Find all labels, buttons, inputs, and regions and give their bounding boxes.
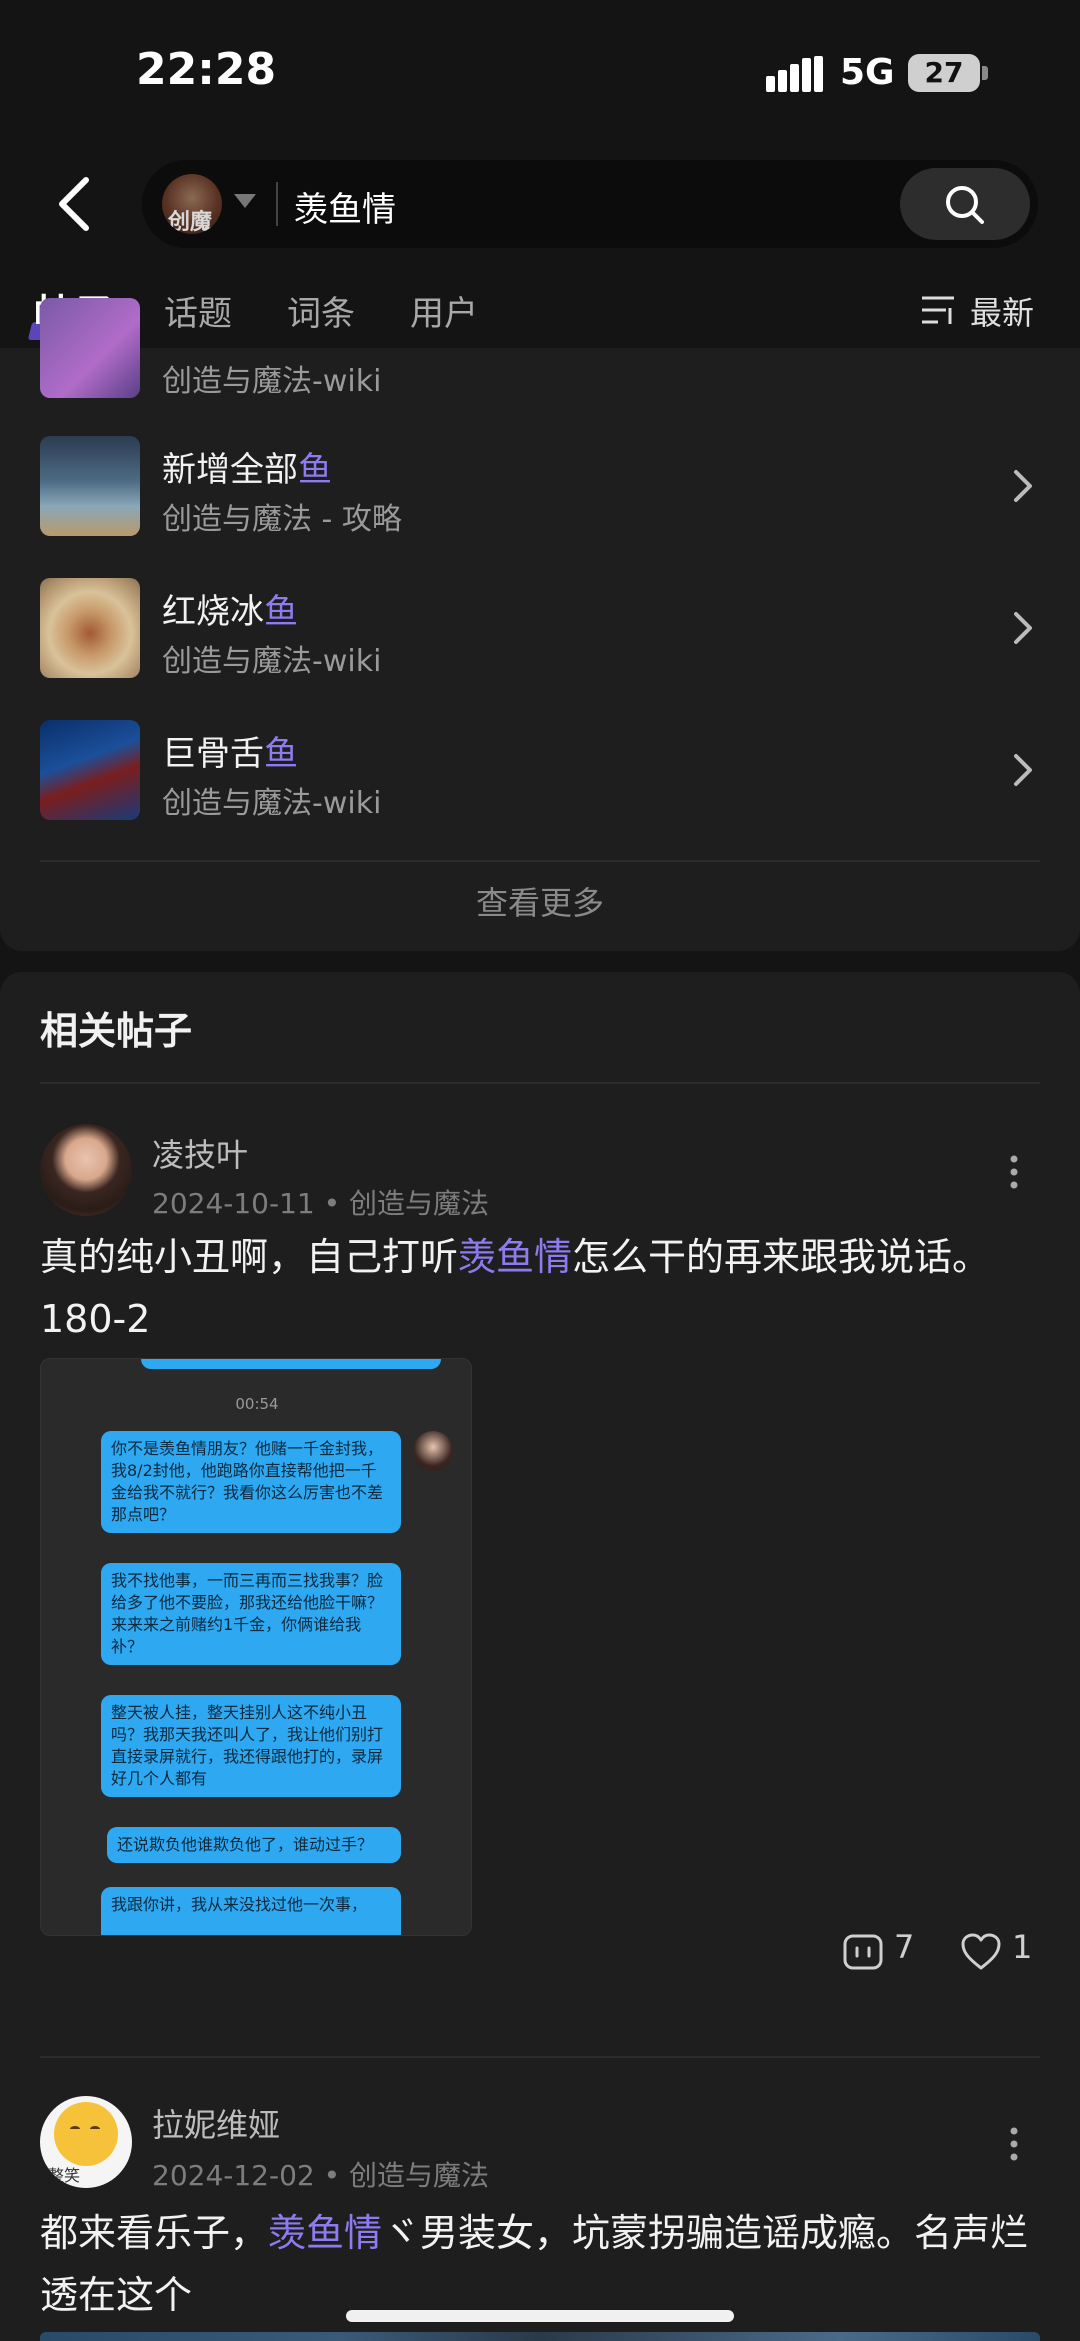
wiki-item-partial[interactable]: 创造与魔法-wiki xyxy=(0,288,1080,408)
post-image[interactable]: 00:54 你不是羡鱼情朋友？他赌一千金封我，我8/2封他，他跑路你直接帮他把一… xyxy=(40,1358,472,1936)
view-more-link[interactable]: 查看更多 xyxy=(0,878,1080,924)
chat-bubble: 我跟你讲，我从来没找过他一次事， xyxy=(101,1887,401,1935)
chat-bubble: 还说欺负他谁欺负他了，谁动过手？ xyxy=(107,1827,401,1863)
chevron-right-icon xyxy=(1014,754,1032,786)
wiki-item-title: 巨骨舌鱼 xyxy=(162,734,298,774)
wiki-item-subtitle: 创造与魔法-wiki xyxy=(162,644,382,679)
like-heart-icon[interactable] xyxy=(960,1932,1002,1972)
post-meta: 2024-10-11 • 创造与魔法 xyxy=(152,1187,490,1220)
wiki-item-subtitle: 创造与魔法-wiki xyxy=(162,364,382,399)
game-avatar[interactable]: 创魔 xyxy=(162,174,222,234)
emoji-eye xyxy=(90,2126,100,2132)
wiki-item[interactable]: 新增全部鱼 创造与魔法 - 攻略 xyxy=(0,436,1080,556)
wiki-item[interactable]: 巨骨舌鱼 创造与魔法-wiki xyxy=(0,720,1080,840)
game-avatar-art: 创魔 xyxy=(168,210,213,234)
wiki-item-title: 红烧冰鱼 xyxy=(162,592,298,632)
wiki-thumbnail xyxy=(40,436,140,536)
chevron-down-icon[interactable] xyxy=(234,194,256,208)
status-bar: 22:28 5G 27 xyxy=(0,0,1080,140)
avatar[interactable] xyxy=(40,1124,132,1216)
comment-icon[interactable] xyxy=(842,1932,884,1972)
chat-bubble: 整天被人挂，整天挂别人这不纯小丑吗？我那天我还叫人了，我让他们别打直接录屏就行，… xyxy=(101,1695,401,1797)
wiki-item[interactable]: 红烧冰鱼 创造与魔法-wiki xyxy=(0,578,1080,698)
search-button[interactable] xyxy=(900,168,1030,240)
wiki-item-subtitle: 创造与魔法 - 攻略 xyxy=(162,502,402,537)
avatar[interactable]: 整笑 xyxy=(40,2096,132,2188)
wiki-item-subtitle: 创造与魔法-wiki xyxy=(162,786,382,821)
network-label: 5G xyxy=(840,52,895,93)
chevron-right-icon xyxy=(1014,612,1032,644)
more-options-icon[interactable] xyxy=(1008,1154,1020,1190)
post-author[interactable]: 拉妮维娅 xyxy=(152,2100,280,2146)
section-title: 相关帖子 xyxy=(40,1009,193,1053)
chat-bubble: 我不找他事，一而三再而三找我事？脸给多了他不要脸，那我还给他脸干嘛？来来来之前赌… xyxy=(101,1563,401,1665)
wiki-results: 创造与魔法-wiki 新增全部鱼 创造与魔法 - 攻略 红烧冰鱼 创造与魔法-w… xyxy=(0,298,1080,951)
status-time: 22:28 xyxy=(136,44,277,95)
post-text: 都来看乐子，羡鱼情ヾ男装女，坑蒙拐骗造谣成瘾。名声烂透在这个 xyxy=(40,2211,1029,2317)
signal-icon xyxy=(766,56,823,92)
avatar-text: 整笑 xyxy=(48,2166,81,2185)
search-divider xyxy=(276,182,278,226)
post-text: 真的纯小丑啊，自己打听羡鱼情怎么干的再来跟我说话。180-2 xyxy=(40,1235,991,1341)
wiki-thumbnail xyxy=(40,298,140,398)
back-arrow-icon[interactable] xyxy=(52,174,96,234)
battery-icon: 27 xyxy=(908,54,980,92)
related-posts: 相关帖子 凌技叶 2024-10-11 • 创造与魔法 真的纯小丑啊，自己打听羡… xyxy=(0,972,1080,2341)
chat-bubble-partial xyxy=(141,1359,441,1369)
chat-avatar xyxy=(413,1431,453,1471)
emoji-eye xyxy=(70,2126,80,2132)
more-options-icon[interactable] xyxy=(1008,2126,1020,2162)
home-indicator[interactable] xyxy=(346,2310,734,2322)
emoji-face-icon xyxy=(54,2102,118,2166)
chat-bubble: 你不是羡鱼情朋友？他赌一千金封我，我8/2封他，他跑路你直接帮他把一千金给我不就… xyxy=(101,1431,401,1533)
like-count: 1 xyxy=(1012,1928,1033,1966)
post-image-strip[interactable] xyxy=(40,2332,1040,2341)
wiki-thumbnail xyxy=(40,720,140,820)
post-meta: 2024-12-02 • 创造与魔法 xyxy=(152,2159,490,2192)
search-input[interactable]: 羡鱼情 xyxy=(294,182,396,231)
battery-tip xyxy=(982,66,988,80)
divider xyxy=(40,860,1040,862)
post-author[interactable]: 凌技叶 xyxy=(152,1130,248,1176)
search-bar[interactable]: 创魔 羡鱼情 xyxy=(142,160,1038,248)
divider xyxy=(40,1082,1040,1084)
chevron-right-icon xyxy=(1014,470,1032,502)
wiki-thumbnail xyxy=(40,578,140,678)
comment-count: 7 xyxy=(894,1928,915,1966)
divider xyxy=(40,2056,1040,2058)
search-icon xyxy=(946,186,984,224)
wiki-item-title: 新增全部鱼 xyxy=(162,450,332,490)
chat-time: 00:54 xyxy=(235,1395,279,1413)
